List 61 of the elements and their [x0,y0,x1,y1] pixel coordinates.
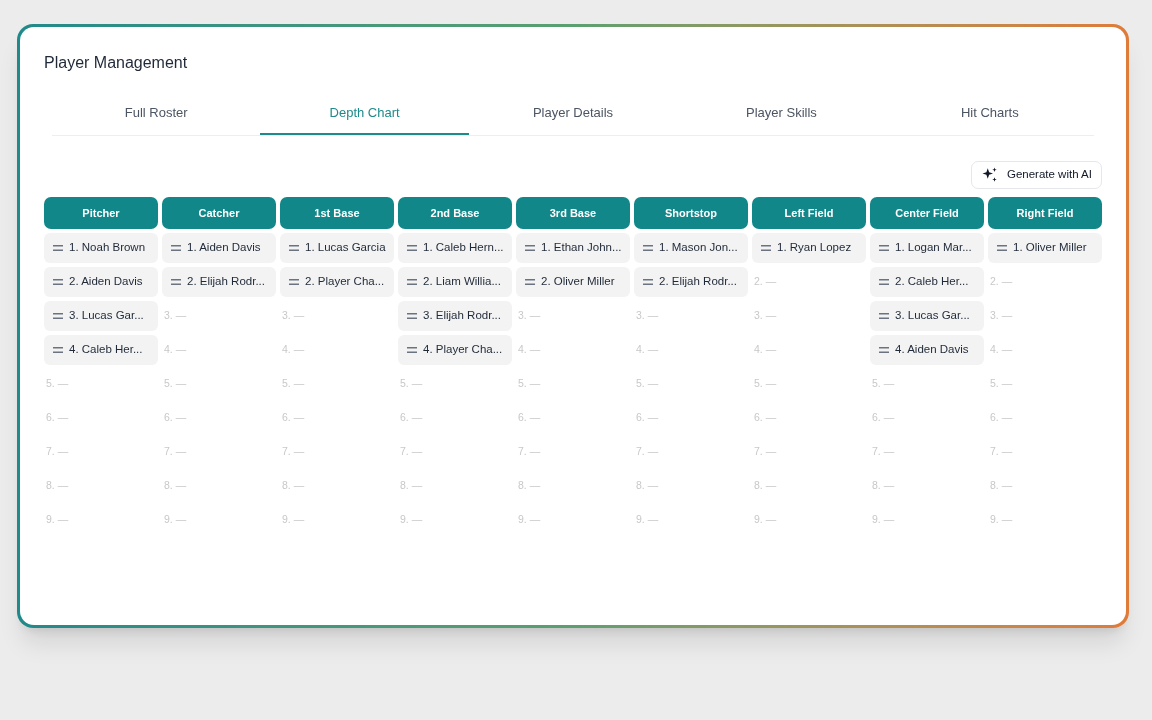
position-header: 2nd Base [398,197,512,229]
player-slot[interactable]: 1. Lucas Garcia [280,233,394,263]
position-header: Center Field [870,197,984,229]
drag-handle-icon[interactable] [643,279,653,285]
drag-handle-icon[interactable] [407,347,417,353]
player-slot[interactable]: 2. Player Cha... [280,267,394,297]
tab[interactable]: Full Roster [52,93,261,135]
tab[interactable]: Player Skills [677,93,886,135]
player-slot[interactable]: 4. Caleb Her... [44,335,158,365]
drag-handle-icon[interactable] [171,245,181,251]
drag-handle-icon[interactable] [53,279,63,285]
drag-handle-icon[interactable] [761,245,771,251]
position-header: Left Field [752,197,866,229]
drag-handle-icon[interactable] [879,245,889,251]
drag-handle-icon[interactable] [879,279,889,285]
player-slot[interactable]: 3. Lucas Gar... [44,301,158,331]
player-slot[interactable]: 1. Logan Mar... [870,233,984,263]
drag-handle-icon[interactable] [53,245,63,251]
player-slot[interactable]: 4. Aiden Davis [870,335,984,365]
player-slot[interactable]: 4. Player Cha... [398,335,512,365]
player-slot[interactable]: 2. Aiden Davis [44,267,158,297]
drag-handle-icon[interactable] [879,347,889,353]
drag-handle-icon[interactable] [407,279,417,285]
drag-handle-icon[interactable] [289,279,299,285]
position-header: 3rd Base [516,197,630,229]
drag-handle-icon[interactable] [643,245,653,251]
position-header: Shortstop [634,197,748,229]
player-slot[interactable]: 2. Liam Willia... [398,267,512,297]
panel-title: Player Management [44,53,189,73]
sparkle-icon [980,166,999,184]
player-slot[interactable]: 2. Elijah Rodr... [162,267,276,297]
player-slot[interactable]: 2. Elijah Rodr... [634,267,748,297]
player-slot[interactable]: 1. Ethan John... [516,233,630,263]
drag-handle-icon[interactable] [53,347,63,353]
drag-handle-icon[interactable] [525,245,535,251]
drag-handle-icon[interactable] [53,313,63,319]
tab[interactable]: Player Details [468,93,678,135]
position-header: Catcher [162,197,276,229]
drag-handle-icon[interactable] [407,245,417,251]
player-slot[interactable]: 1. Aiden Davis [162,233,276,263]
player-slot[interactable]: 1. Oliver Miller [988,233,1102,263]
player-slot[interactable]: 2. Caleb Her... [870,267,984,297]
player-slot[interactable]: 3. Elijah Rodr... [398,301,512,331]
position-header: Pitcher [44,197,158,229]
position-header: 1st Base [280,197,394,229]
drag-handle-icon[interactable] [997,245,1007,251]
player-slot[interactable]: 1. Caleb Hern... [398,233,512,263]
player-slot[interactable]: 2. Oliver Miller [516,267,630,297]
player-slot[interactable]: 1. Mason Jon... [634,233,748,263]
tab[interactable]: Hit Charts [885,93,1095,135]
drag-handle-icon[interactable] [407,313,417,319]
drag-handle-icon[interactable] [171,279,181,285]
position-header: Right Field [988,197,1102,229]
drag-handle-icon[interactable] [525,279,535,285]
player-slot[interactable]: 3. Lucas Gar... [870,301,984,331]
player-slot[interactable]: 1. Noah Brown [44,233,158,263]
tab[interactable]: Depth Chart [260,93,469,135]
player-slot[interactable]: 1. Ryan Lopez [752,233,866,263]
generate-with-ai-button[interactable]: Generate with AI [970,161,1102,189]
drag-handle-icon[interactable] [289,245,299,251]
drag-handle-icon[interactable] [879,313,889,319]
